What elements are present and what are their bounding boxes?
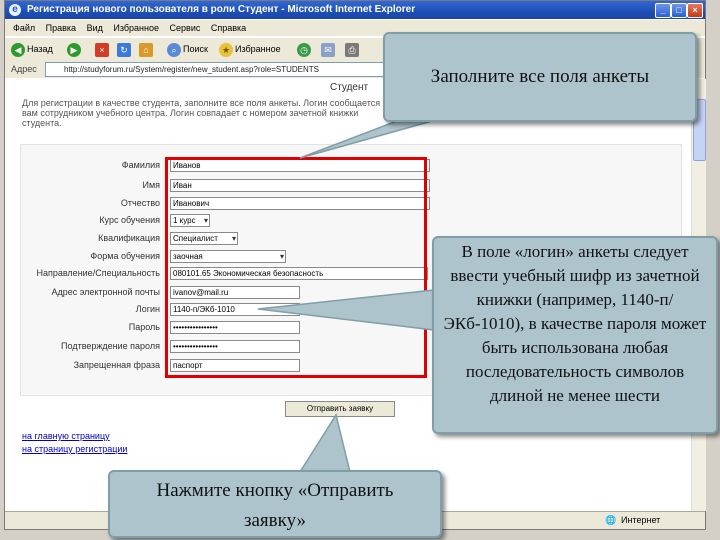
- callout3-pointer: [298, 413, 351, 473]
- callout-fill-all-text: Заполните все поля анкеты: [430, 66, 650, 87]
- callout1-pointer: [299, 115, 451, 159]
- callout-login-hint-text: В поле «логин» анкеты следует ввести уче…: [443, 242, 707, 405]
- callout-press-button-text: Нажмите кнопку «Отправить заявку»: [156, 480, 394, 531]
- callout-press-button: Нажмите кнопку «Отправить заявку»: [108, 470, 442, 538]
- callout-login-hint: В поле «логин» анкеты следует ввести уче…: [432, 236, 718, 434]
- callout2-pointer: [257, 289, 435, 331]
- callout-fill-all: Заполните все поля анкеты: [383, 32, 697, 122]
